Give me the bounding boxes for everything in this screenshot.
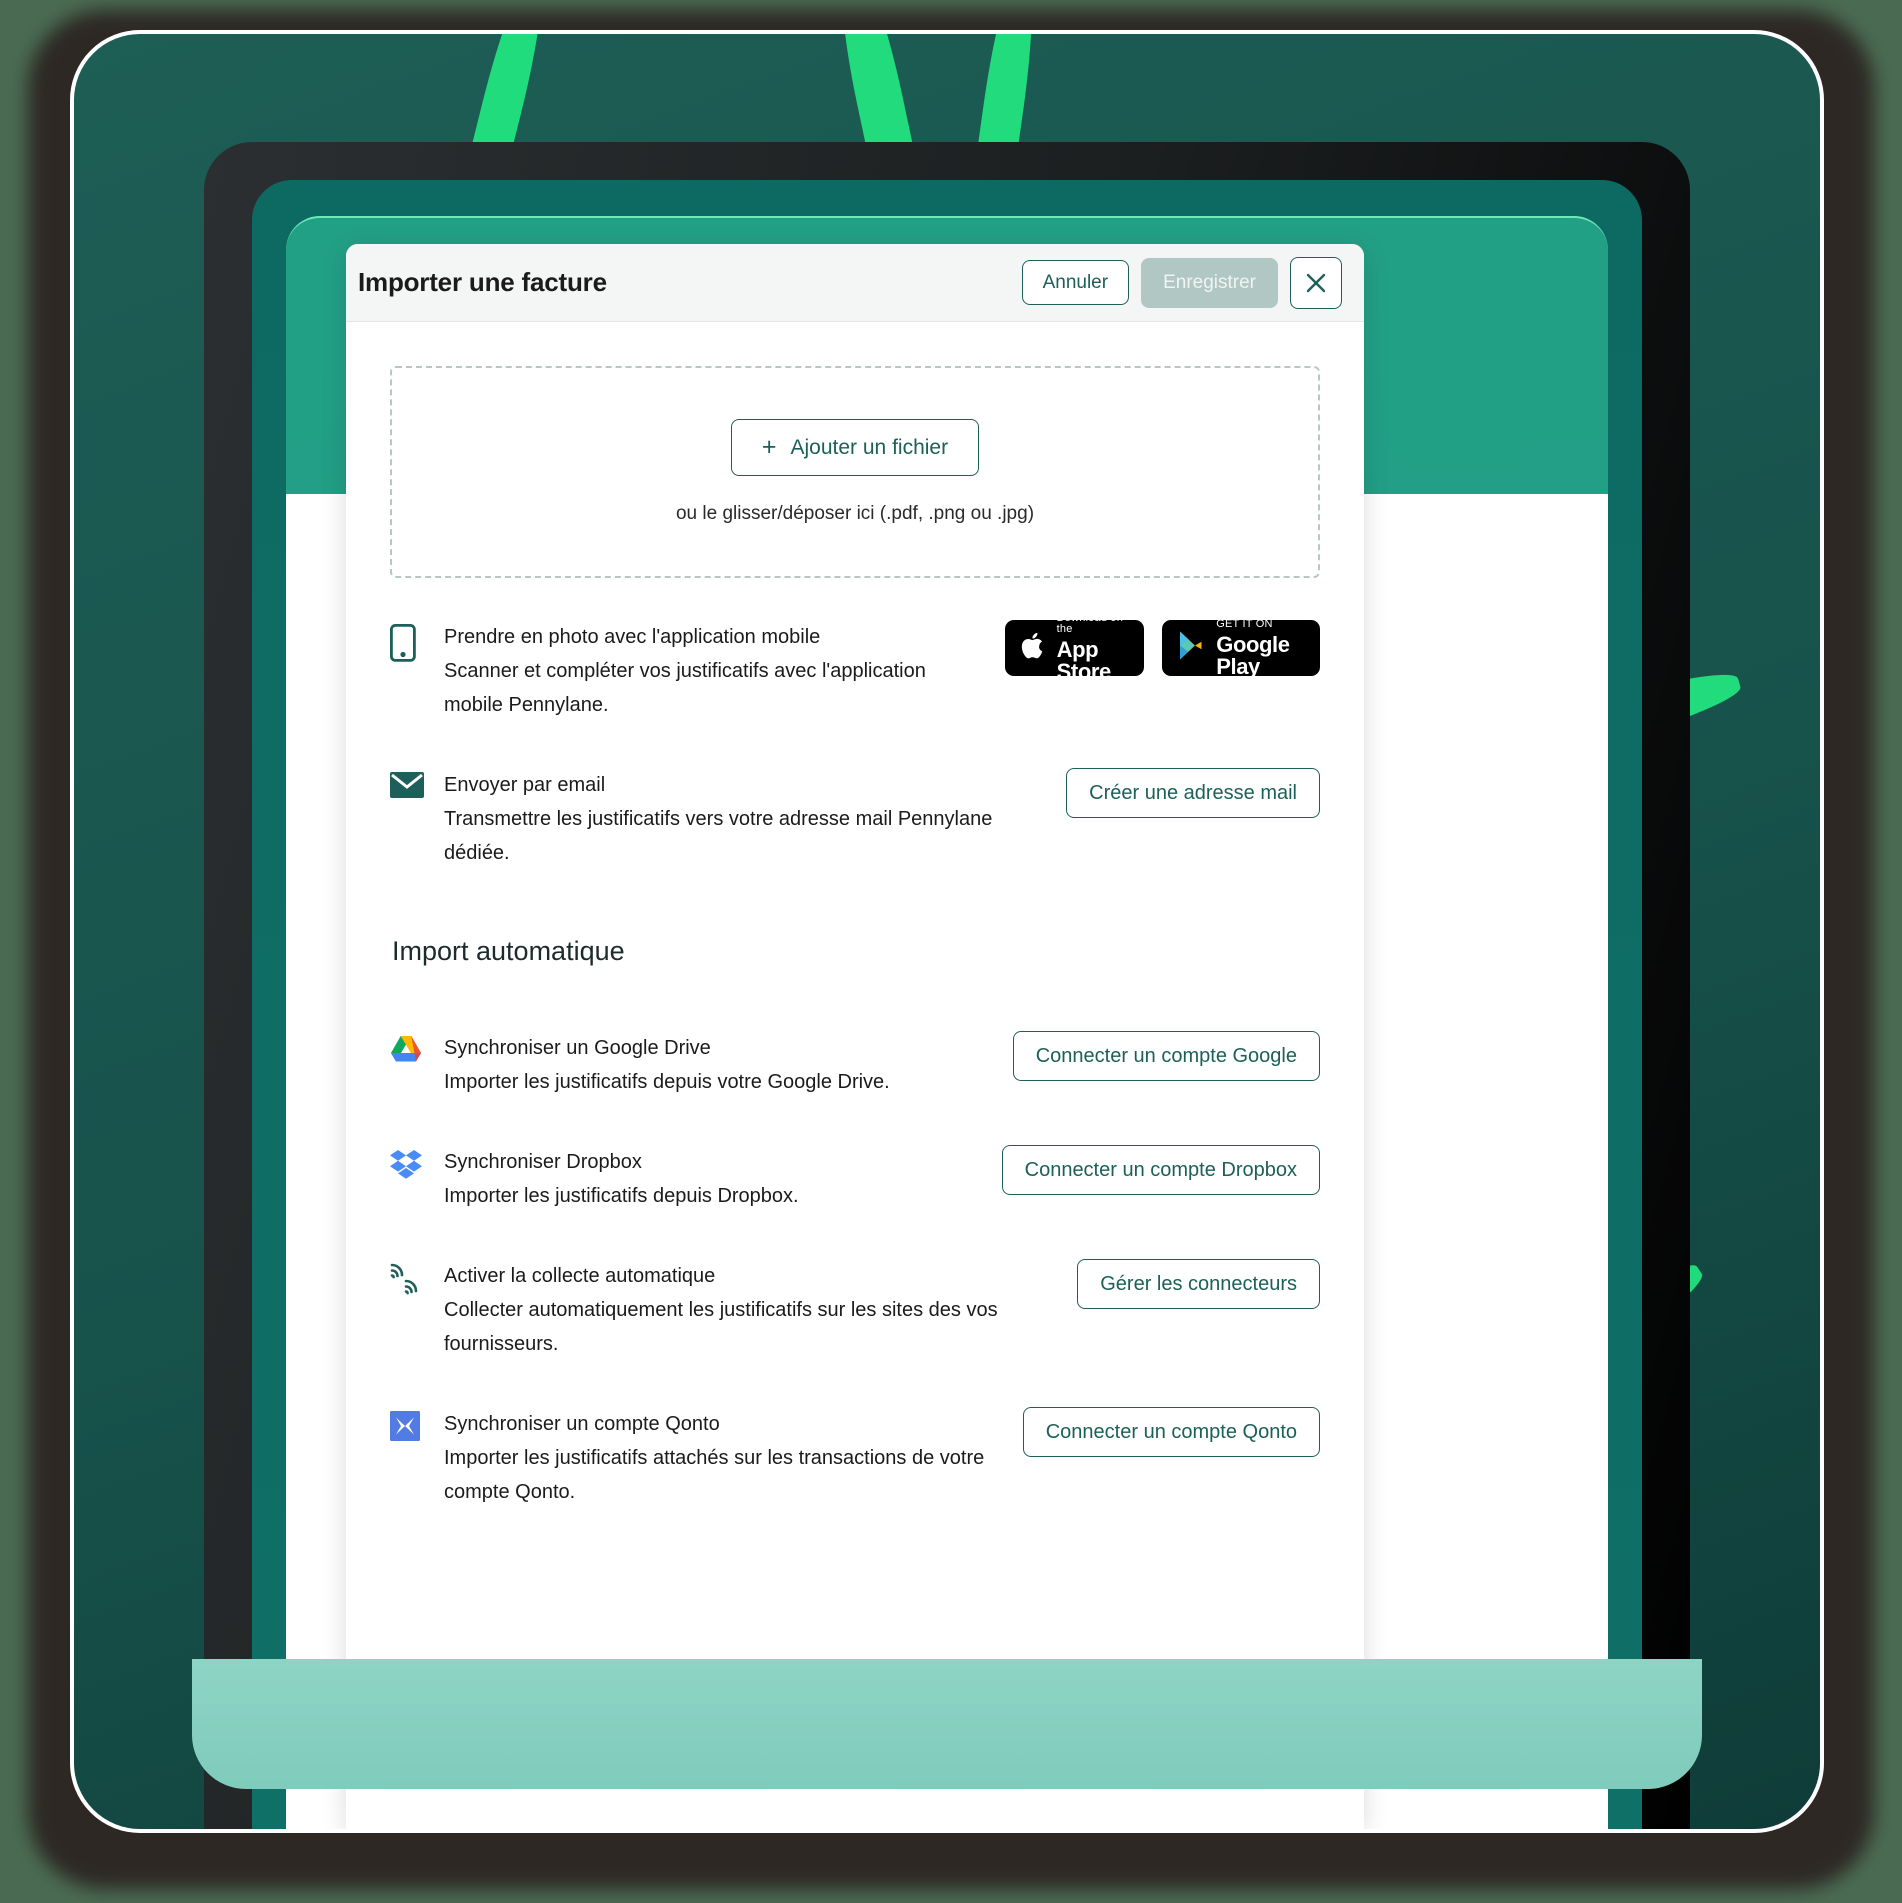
page-title: Importer une facture (358, 267, 607, 297)
google-play-badge[interactable]: GET IT ON Google Play (1162, 617, 1320, 679)
app-store-badge-label: App Store (1056, 637, 1112, 684)
signal-waves-icon (390, 1259, 444, 1302)
option-title: Activer la collecte automatique (444, 1265, 716, 1287)
file-dropzone[interactable]: + Ajouter un fichier ou le glisser/dépos… (390, 366, 1320, 578)
dropzone-hint: ou le glisser/déposer ici (.pdf, .png ou… (675, 503, 1035, 524)
qonto-icon (390, 1407, 444, 1446)
device-bottom-bezel (192, 1659, 1702, 1789)
add-file-button[interactable]: + Ajouter un fichier (730, 419, 980, 476)
option-row-qonto: Synchroniser un compte Qonto Importer le… (390, 1361, 1320, 1509)
connect-qonto-button[interactable]: Connecter un compte Qonto (1022, 1407, 1320, 1457)
option-text-mobile-app: Prendre en photo avec l'application mobi… (444, 620, 985, 722)
option-title: Synchroniser un Google Drive (444, 1037, 711, 1059)
close-button[interactable] (1290, 256, 1342, 309)
store-badges: Download on the App Store GET IT ON Goog… (985, 613, 1320, 683)
connect-dropbox-button[interactable]: Connecter un compte Dropbox (1001, 1145, 1320, 1195)
close-icon (1305, 272, 1327, 294)
option-text-google-drive: Synchroniser un Google Drive Importer le… (444, 1031, 993, 1099)
apple-icon (1021, 631, 1047, 666)
option-description: Collecter automatiquement les justificat… (444, 1299, 998, 1355)
import-invoice-modal: Importer une facture Annuler Enregistrer (346, 244, 1364, 1829)
option-text-auto-collect: Activer la collecte automatique Collecte… (444, 1259, 1044, 1361)
create-mail-address-button[interactable]: Créer une adresse mail (1066, 768, 1320, 818)
modal-header-actions: Annuler Enregistrer (1021, 256, 1342, 309)
option-row-email: Envoyer par email Transmettre les justif… (390, 722, 1320, 870)
option-row-mobile-app: Prendre en photo avec l'application mobi… (389, 578, 1320, 722)
google-play-badge-small: GET IT ON (1216, 617, 1273, 630)
section-title-auto-import: Import automatique (392, 936, 625, 966)
save-button[interactable]: Enregistrer (1141, 257, 1278, 308)
modal-body: + Ajouter un fichier ou le glisser/dépos… (346, 322, 1364, 1509)
option-title: Prendre en photo avec l'application mobi… (444, 626, 821, 648)
option-row-dropbox: Synchroniser Dropbox Importer les justif… (390, 1099, 1320, 1213)
cancel-button[interactable]: Annuler (1021, 260, 1130, 305)
option-title: Envoyer par email (444, 774, 606, 796)
app-store-badge-small: Download on the (1056, 612, 1124, 635)
connect-google-button[interactable]: Connecter un compte Google (1012, 1031, 1320, 1081)
option-row-auto-collect: Activer la collecte automatique Collecte… (390, 1213, 1320, 1361)
plus-icon: + (761, 433, 777, 461)
google-play-badge-label: Google Play (1216, 631, 1290, 679)
option-description: Importer les justificatifs depuis Dropbo… (444, 1185, 799, 1207)
option-description: Transmettre les justificatifs vers votre… (444, 808, 993, 864)
envelope-icon (390, 768, 444, 803)
option-text-dropbox: Synchroniser Dropbox Importer les justif… (444, 1145, 982, 1213)
option-text-qonto: Synchroniser un compte Qonto Importer le… (444, 1407, 1003, 1509)
option-row-google-drive: Synchroniser un Google Drive Importer le… (390, 967, 1320, 1099)
device-frame-outer: Importer une facture Annuler Enregistrer (70, 30, 1824, 1833)
add-file-label: Ajouter un fichier (790, 435, 949, 459)
modal-header: Importer une facture Annuler Enregistrer (346, 244, 1364, 322)
option-description: Importer les justificatifs attachés sur … (444, 1447, 985, 1503)
option-title: Synchroniser un compte Qonto (444, 1413, 720, 1435)
option-title: Synchroniser Dropbox (444, 1151, 642, 1173)
manage-connectors-button[interactable]: Gérer les connecteurs (1077, 1259, 1320, 1309)
app-store-badge[interactable]: Download on the App Store (1004, 613, 1145, 683)
dropbox-icon (390, 1145, 444, 1184)
option-text-email: Envoyer par email Transmettre les justif… (444, 768, 1004, 870)
option-description: Importer les justificatifs depuis votre … (444, 1071, 890, 1093)
option-description: Scanner et compléter vos justificatifs a… (444, 660, 926, 716)
mobile-phone-icon (389, 620, 444, 667)
google-drive-icon (390, 1031, 444, 1069)
mockup-stage: Importer une facture Annuler Enregistrer (0, 0, 1902, 1903)
google-play-icon (1178, 630, 1206, 666)
